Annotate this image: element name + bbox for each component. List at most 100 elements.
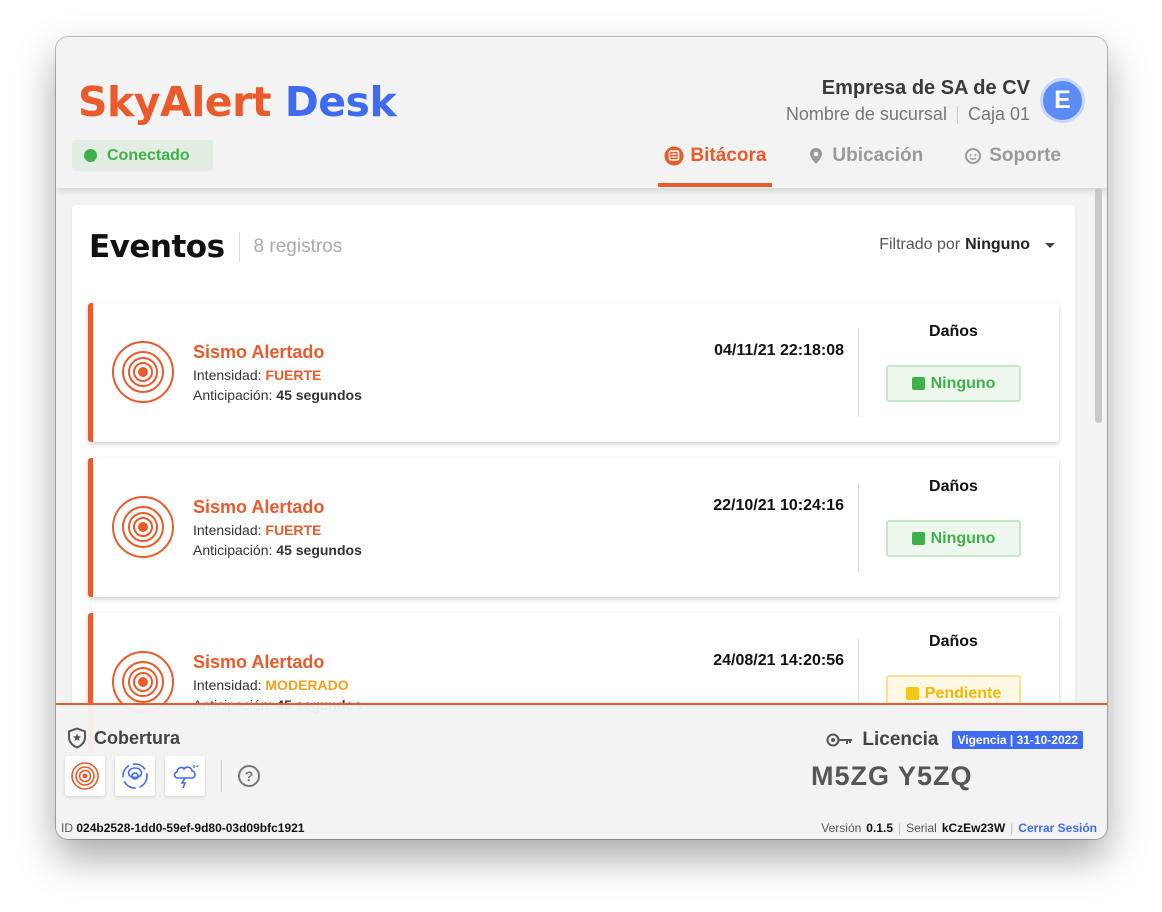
event-info: Sismo Alertado Intensidad: FUERTE Antici… <box>193 497 362 558</box>
damage-section: Daños Pendiente <box>886 633 1021 712</box>
event-divider <box>858 483 859 572</box>
filter-dropdown[interactable]: Filtrado por Ninguno <box>879 236 1055 254</box>
coverage-icons: ? <box>65 756 260 796</box>
license-code: M5ZG Y5ZQ <box>811 761 973 791</box>
app-window: SkyAlert Desk Conectado Empresa de SA de… <box>56 37 1107 839</box>
damage-value: Pendiente <box>924 684 1002 702</box>
coverage-earthquake-button[interactable] <box>65 756 105 796</box>
damage-section: Daños Ninguno <box>886 478 1021 557</box>
brand-logo: SkyAlert Desk <box>78 78 397 126</box>
event-intensity: Intensidad: FUERTE <box>193 367 362 383</box>
event-title: Sismo Alertado <box>193 497 325 517</box>
filter-label: Filtrado por <box>879 236 961 253</box>
brand-name-primary: SkyAlert <box>78 78 271 126</box>
connection-status-badge: Conectado <box>72 140 213 171</box>
tab-label: Bitácora <box>690 145 767 166</box>
shield-star-icon <box>68 727 86 749</box>
serial-value: kCzEw23W <box>941 821 1006 835</box>
coverage-title: Cobertura <box>66 727 180 749</box>
event-intensity: Intensidad: MODERADO <box>193 677 362 693</box>
main-tabs: Bitácora Ubicación Soporte <box>630 145 1067 187</box>
device-id: ID 024b2528-1dd0-59ef-9d80-03d09bfc1921 <box>61 821 304 835</box>
license-header: Licencia Vigencia | 31-10-2022 <box>826 729 1083 751</box>
coverage-license-footer: Cobertura ? Licencia Vigencia | 31-10-20… <box>56 703 1107 817</box>
tab-soporte[interactable]: Soporte <box>957 145 1067 183</box>
app-header: SkyAlert Desk Conectado Empresa de SA de… <box>56 37 1107 188</box>
intensity-label: Intensidad: <box>193 367 262 383</box>
earthquake-icon <box>71 762 99 790</box>
coverage-hurricane-button[interactable] <box>115 756 155 796</box>
title-divider <box>238 232 240 262</box>
help-icon[interactable]: ? <box>238 765 260 787</box>
support-face-icon <box>963 146 983 166</box>
location-pin-icon <box>806 146 826 166</box>
events-header: Eventos 8 registros <box>89 229 342 265</box>
company-info: Empresa de SA de CV Nombre de sucursal Ca… <box>786 77 1030 125</box>
status-bar-right: Versión 0.1.5 | Serial kCzEw23W | Cerrar… <box>821 821 1097 835</box>
anticipation-label: Anticipación: <box>193 387 273 403</box>
license-label: Licencia <box>862 729 939 750</box>
branch-info: Nombre de sucursal Caja 01 <box>786 104 1030 125</box>
event-anticipation: Anticipación: 45 segundos <box>193 542 362 558</box>
serial-label: Serial <box>906 821 937 835</box>
event-anticipation: Anticipación: 45 segundos <box>193 387 362 403</box>
event-datetime: 04/11/21 22:18:08 <box>714 342 844 359</box>
log-icon <box>664 146 684 166</box>
damage-value: Ninguno <box>930 374 996 392</box>
earthquake-icon <box>112 496 174 558</box>
content-scrollbar[interactable] <box>1095 188 1102 423</box>
brand-name-secondary: Desk <box>284 78 397 126</box>
filter-value: Ninguno <box>965 236 1030 253</box>
status-divider: | <box>1010 821 1014 835</box>
damage-value: Ninguno <box>930 529 996 547</box>
records-count: 8 registros <box>253 236 343 257</box>
damage-label: Daños <box>929 478 978 495</box>
event-title: Sismo Alertado <box>193 342 325 362</box>
event-card[interactable]: Sismo Alertado Intensidad: FUERTE Antici… <box>88 458 1059 597</box>
event-card[interactable]: Sismo Alertado Intensidad: FUERTE Antici… <box>88 303 1059 442</box>
hurricane-icon <box>122 763 148 789</box>
branch-name: Nombre de sucursal <box>785 104 947 124</box>
damage-label: Daños <box>929 323 978 340</box>
version-value: 0.1.5 <box>866 821 893 835</box>
chevron-down-icon <box>1045 242 1055 248</box>
connection-status-label: Conectado <box>107 146 190 164</box>
branch-divider <box>956 106 958 125</box>
company-name: Empresa de SA de CV <box>821 77 1030 99</box>
anticipation-value: 45 segundos <box>276 387 362 403</box>
damage-section: Daños Ninguno <box>886 323 1021 402</box>
license-validity-badge: Vigencia | 31-10-2022 <box>952 731 1083 749</box>
event-title: Sismo Alertado <box>193 652 325 672</box>
intensity-value: FUERTE <box>265 367 322 383</box>
page-title: Eventos <box>89 229 225 265</box>
key-icon <box>826 733 853 747</box>
version-label: Versión <box>821 821 862 835</box>
status-square-icon <box>911 377 925 390</box>
intensity-label: Intensidad: <box>193 677 262 693</box>
register-name: Caja 01 <box>967 104 1030 124</box>
intensity-value: FUERTE <box>265 522 322 538</box>
anticipation-label: Anticipación: <box>193 542 273 558</box>
intensity-value: MODERADO <box>265 677 349 693</box>
device-id-value: 024b2528-1dd0-59ef-9d80-03d09bfc1921 <box>76 821 305 835</box>
earthquake-icon <box>112 341 174 403</box>
status-dot-icon <box>84 149 97 162</box>
tab-ubicacion[interactable]: Ubicación <box>800 145 929 183</box>
coverage-label: Cobertura <box>94 727 181 748</box>
user-avatar[interactable]: E <box>1040 78 1085 123</box>
status-square-icon <box>911 532 925 545</box>
device-id-label: ID <box>61 821 73 835</box>
coverage-storm-button[interactable] <box>165 756 205 796</box>
tab-label: Ubicación <box>832 145 924 166</box>
damage-label: Daños <box>929 633 978 650</box>
event-divider <box>858 328 859 417</box>
tab-bitacora[interactable]: Bitácora <box>658 145 773 187</box>
intensity-label: Intensidad: <box>193 522 262 538</box>
coverage-divider <box>221 760 222 792</box>
damage-status-badge: Ninguno <box>886 365 1021 402</box>
damage-status-badge: Ninguno <box>886 520 1021 557</box>
status-bar: ID 024b2528-1dd0-59ef-9d80-03d09bfc1921 … <box>56 817 1107 839</box>
event-info: Sismo Alertado Intensidad: FUERTE Antici… <box>193 342 362 403</box>
logout-link[interactable]: Cerrar Sesión <box>1018 821 1097 835</box>
storm-icon <box>173 765 199 789</box>
